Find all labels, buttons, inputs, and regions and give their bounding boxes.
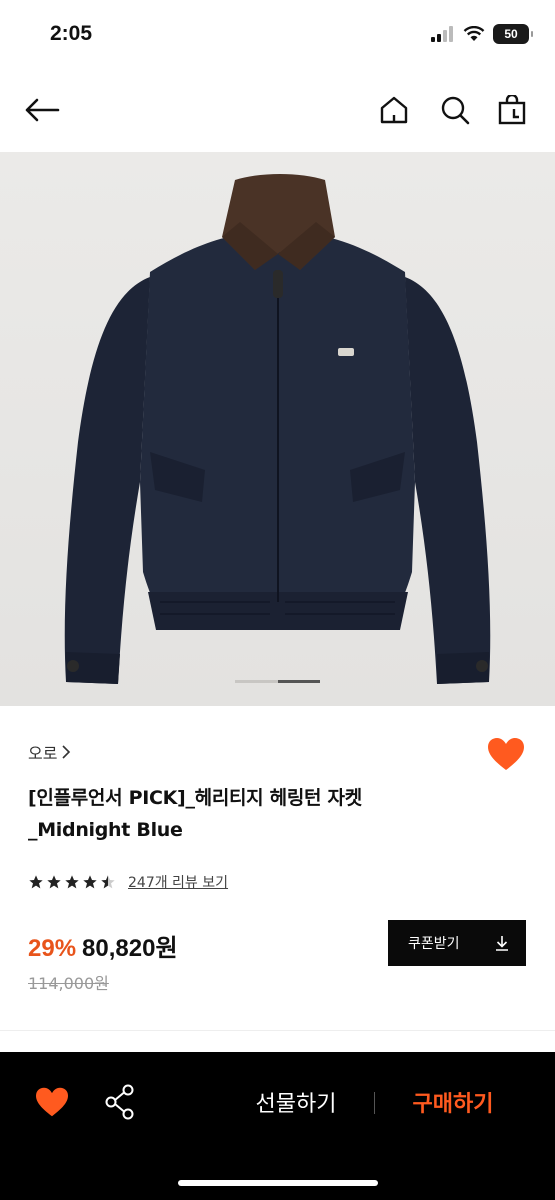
download-icon bbox=[496, 936, 508, 951]
brand-name: 오로 bbox=[28, 744, 58, 763]
section-divider bbox=[0, 1030, 555, 1031]
status-bar: 2:05 50 bbox=[0, 0, 555, 70]
status-icons: 50 bbox=[431, 24, 533, 44]
star-rating bbox=[28, 874, 116, 890]
star-icon bbox=[29, 875, 43, 889]
back-arrow-icon bbox=[25, 98, 60, 122]
home-icon bbox=[380, 96, 408, 124]
bottom-action-bar: 선물하기 구매하기 bbox=[0, 1052, 555, 1200]
heart-icon bbox=[488, 738, 524, 770]
review-link[interactable]: 247개 리뷰 보기 bbox=[128, 872, 228, 892]
image-pager-active bbox=[278, 680, 320, 683]
search-button[interactable] bbox=[435, 90, 475, 130]
shopping-bag-icon bbox=[498, 95, 526, 125]
battery-indicator: 50 bbox=[493, 24, 533, 44]
wifi-icon bbox=[463, 26, 485, 41]
product-title-line-2: _Midnight Blue bbox=[28, 819, 183, 841]
coupon-label: 쿠폰받기 bbox=[408, 936, 460, 952]
chevron-right-icon bbox=[62, 745, 71, 759]
home-button[interactable] bbox=[374, 90, 414, 130]
half-star-icon bbox=[101, 875, 115, 889]
wishlist-button[interactable] bbox=[486, 736, 526, 772]
bottom-separator bbox=[374, 1092, 375, 1114]
product-image bbox=[0, 152, 555, 706]
brand-link[interactable]: 오로 bbox=[28, 740, 71, 764]
heart-icon bbox=[36, 1087, 68, 1117]
share-icon bbox=[105, 1084, 134, 1120]
original-price: 114,000원 bbox=[28, 974, 109, 993]
product-image-carousel[interactable] bbox=[0, 152, 555, 706]
buy-button[interactable]: 구매하기 bbox=[393, 1084, 513, 1120]
back-button[interactable] bbox=[22, 90, 62, 130]
price-row: 29% 80,820원 bbox=[28, 928, 178, 963]
top-navigation bbox=[0, 70, 555, 152]
cart-button[interactable] bbox=[492, 90, 532, 130]
search-icon bbox=[441, 96, 470, 125]
status-time: 2:05 bbox=[50, 22, 93, 45]
product-title: [인플루언서 PICK]_헤리티지 헤링턴 자켓 _Midnight Blue bbox=[28, 782, 468, 846]
image-pager bbox=[235, 680, 320, 683]
bottom-wishlist-button[interactable] bbox=[34, 1086, 70, 1118]
discount-rate: 29% bbox=[28, 935, 77, 962]
home-indicator bbox=[178, 1180, 378, 1186]
signal-icon bbox=[431, 26, 453, 42]
gift-button[interactable]: 선물하기 bbox=[236, 1084, 356, 1120]
rating-row: 247개 리뷰 보기 bbox=[28, 872, 228, 892]
star-icon bbox=[83, 875, 97, 889]
coupon-download-button[interactable]: 쿠폰받기 bbox=[388, 920, 526, 966]
star-icon bbox=[47, 875, 61, 889]
product-title-line-1: [인플루언서 PICK]_헤리티지 헤링턴 자켓 bbox=[28, 787, 362, 809]
share-button[interactable] bbox=[104, 1084, 136, 1120]
star-icon bbox=[65, 875, 79, 889]
sale-price: 80,820원 bbox=[82, 935, 178, 962]
